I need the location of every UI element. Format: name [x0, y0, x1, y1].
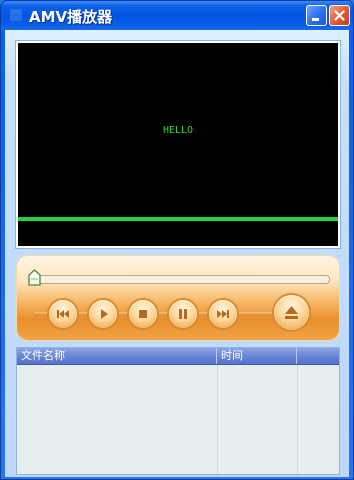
previous-button[interactable] — [49, 300, 77, 328]
stop-icon — [139, 310, 147, 318]
eject-button[interactable] — [274, 295, 309, 330]
column-extra[interactable] — [297, 348, 339, 364]
close-button[interactable] — [329, 5, 350, 26]
eject-icon — [285, 306, 298, 319]
next-button[interactable] — [209, 300, 237, 328]
stop-button[interactable] — [129, 300, 157, 328]
next-icon — [217, 310, 229, 318]
minimize-button[interactable] — [306, 5, 327, 26]
column-divider — [217, 365, 218, 474]
player-body: HELLO 文件名称 时间 — [5, 30, 349, 477]
play-icon — [101, 309, 108, 319]
video-overlay-text: HELLO — [162, 125, 194, 136]
title-bar[interactable]: AMV播放器 — [1, 1, 353, 30]
window-title: AMV播放器 — [29, 8, 113, 26]
previous-icon — [57, 310, 69, 318]
video-display[interactable]: HELLO — [16, 41, 340, 248]
progress-thumb[interactable] — [28, 269, 41, 286]
column-divider — [297, 365, 298, 474]
play-button[interactable] — [89, 300, 117, 328]
control-panel — [16, 255, 340, 341]
playlist-header: 文件名称 时间 — [17, 348, 339, 365]
playlist[interactable]: 文件名称 时间 — [16, 347, 340, 475]
close-icon — [334, 10, 345, 21]
video-signal-line — [18, 217, 338, 221]
column-filename[interactable]: 文件名称 — [17, 348, 217, 364]
pause-icon — [179, 309, 187, 319]
progress-track[interactable] — [31, 275, 330, 284]
pause-button[interactable] — [169, 300, 197, 328]
column-time[interactable]: 时间 — [217, 348, 297, 364]
app-window: AMV播放器 HELLO 文件名称 时间 — [0, 0, 354, 480]
app-icon — [10, 9, 22, 21]
minimize-icon — [312, 18, 319, 21]
